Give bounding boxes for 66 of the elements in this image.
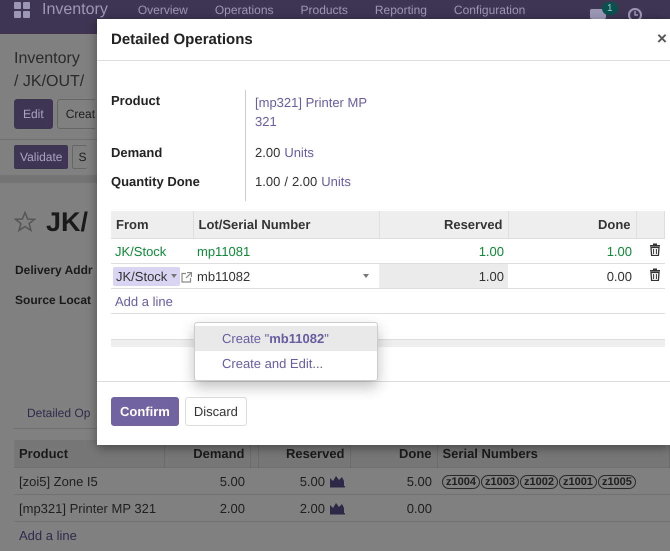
table-cell: 2.00 [164,494,250,522]
create-button[interactable]: Creat [56,99,96,129]
menu-item[interactable]: Reporting [374,2,427,18]
field-label: Delivery Addr [14,263,94,277]
field-label: Demand [111,144,164,162]
apps-menu-icon[interactable] [14,2,30,18]
serial-tag: z1005 [598,475,636,489]
field-value: 2.00 [292,174,318,189]
table-cell: 5.00 [350,468,437,494]
table-cell: 5.00 [164,468,250,494]
breadcrumb-link[interactable]: Inventory [14,47,80,70]
clock-icon[interactable] [628,8,642,22]
table-cell: JK/Stock [111,238,193,264]
unit-link[interactable]: Units [284,145,314,160]
location-select[interactable]: JK/Stock [113,266,180,286]
dialog-title: Detailed Operations [111,31,253,48]
serial-tag: z1003 [480,475,519,489]
serial-tag: z1004 [442,475,480,489]
menu-item[interactable]: Products [300,2,348,18]
field-value: 1.00 [255,174,280,189]
tab[interactable]: Detailed Op [27,406,90,420]
trash-icon[interactable] [648,268,660,281]
table-cell: 0.00 [350,494,437,522]
area-chart-icon[interactable] [330,500,345,514]
notification-badge: 1 [602,2,618,15]
separator-text: / [284,174,288,189]
dropdown-option[interactable]: Create and Edit... [195,351,377,376]
external-link-icon[interactable] [181,272,192,282]
table-cell: 2.00 [300,500,325,516]
add-line-link[interactable]: Add a line [19,528,77,542]
serial-tag: z1002 [520,475,558,489]
serial-tag: z1001 [558,475,597,489]
column-header[interactable]: Lot/Serial Number [193,211,379,238]
menu-item[interactable]: Overview [138,2,188,18]
trash-icon[interactable] [648,243,660,256]
star-icon[interactable] [14,211,36,233]
dropdown-option[interactable]: Create "mb11082" [195,326,377,351]
validate-button[interactable]: Validate [14,145,68,169]
field-value: 2.00 [255,145,280,160]
unit-link[interactable]: Units [321,174,351,189]
add-line-link[interactable]: Add a line [115,294,173,308]
menu-item[interactable]: Configuration [454,2,526,18]
lot-input[interactable]: mb11082 [197,268,375,284]
table-cell: [zoi5] Zone I5 [14,468,164,494]
table-cell: 5.00 [300,474,325,488]
menu-item[interactable]: Operations [214,2,274,18]
column-header[interactable]: From [111,211,193,238]
table-cell: mp11081 [193,238,379,264]
record-reference: / JK/OUT/ [14,72,84,92]
area-chart-icon[interactable] [330,474,345,488]
field-label: Product [111,92,162,110]
table-cell: 1.00 [508,238,636,264]
close-button[interactable]: × [657,29,667,49]
column-header[interactable]: Reserved [379,211,508,238]
action-button[interactable]: S [72,145,86,169]
column-header[interactable]: Done [508,211,636,238]
record-title: JK/ [46,206,88,238]
table-cell: [mp321] Printer MP 321 [14,494,164,522]
edit-button[interactable]: Edit [14,99,53,129]
field-label: Quantity Done [111,173,201,191]
field-label: Source Locat [14,293,92,307]
table-cell: 1.00 [379,264,508,288]
product-link[interactable]: [mp321] Printer MP 321 [255,93,370,131]
confirm-button[interactable]: Confirm [111,397,179,426]
discard-button[interactable]: Discard [184,397,247,426]
app-title: Inventory [42,1,108,19]
